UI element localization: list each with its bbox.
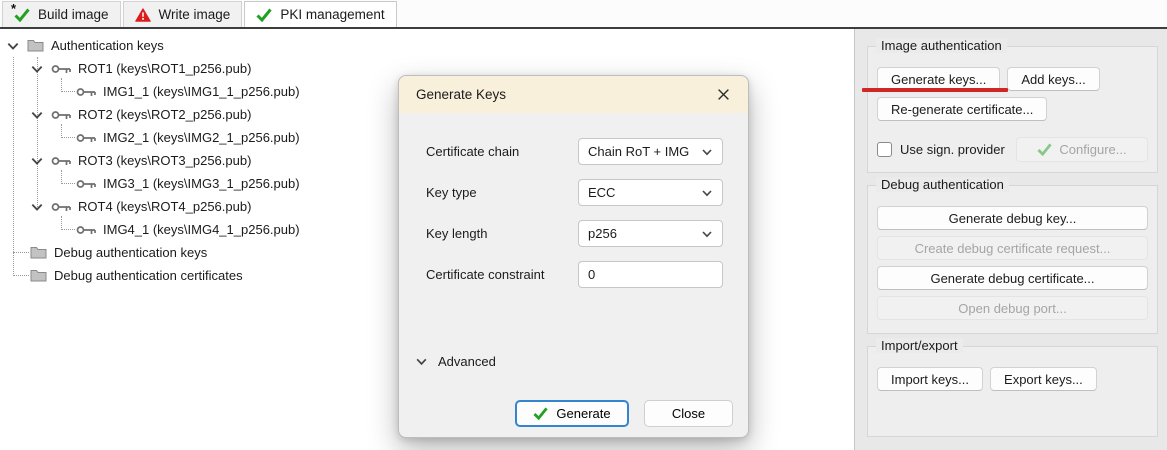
- tree-item-label: IMG4_1 (keys\IMG4_1_p256.pub): [103, 222, 300, 237]
- key-type-label: Key type: [426, 179, 477, 206]
- generate-debug-certificate-button[interactable]: Generate debug certificate...: [877, 266, 1148, 290]
- chevron-down-icon: [701, 187, 713, 199]
- tree-item-label: Authentication keys: [51, 38, 164, 53]
- tab-label: Write image: [159, 7, 231, 22]
- actions-panel: Image authentication Generate keys... Ad…: [855, 29, 1167, 450]
- folder-icon: [30, 246, 47, 259]
- tab-bar: * Build image Write image PKI management: [0, 0, 1167, 29]
- group-debug-authentication: Debug authentication Generate debug key.…: [867, 185, 1158, 334]
- tab-write-image[interactable]: Write image: [123, 1, 243, 27]
- group-title: Image authentication: [876, 38, 1007, 53]
- generate-debug-key-button[interactable]: Generate debug key...: [877, 206, 1148, 230]
- use-sign-provider-label: Use sign. provider: [900, 142, 1016, 157]
- annotation-red-underline: [862, 88, 1008, 92]
- key-icon: [51, 155, 71, 167]
- export-keys-button[interactable]: Export keys...: [990, 367, 1097, 391]
- chevron-down-icon[interactable]: [30, 200, 44, 214]
- generate-button[interactable]: Generate: [515, 400, 629, 427]
- close-button[interactable]: Close: [644, 400, 733, 427]
- tree-item-label: IMG3_1 (keys\IMG3_1_p256.pub): [103, 176, 300, 191]
- key-icon: [76, 178, 96, 190]
- tab-pki-management[interactable]: PKI management: [244, 1, 396, 27]
- use-sign-provider-checkbox[interactable]: [877, 142, 892, 157]
- application-window: * Build image Write image PKI management: [0, 0, 1167, 450]
- certificate-constraint-label: Certificate constraint: [426, 261, 545, 288]
- dialog-title: Generate Keys: [416, 87, 506, 102]
- key-length-label: Key length: [426, 220, 487, 247]
- add-keys-button[interactable]: Add keys...: [1007, 67, 1099, 91]
- key-type-select[interactable]: ECC: [578, 179, 723, 206]
- certificate-constraint-input[interactable]: [578, 261, 723, 288]
- advanced-label: Advanced: [438, 354, 496, 369]
- chevron-down-icon: [415, 355, 428, 368]
- check-icon: [1037, 143, 1052, 156]
- chevron-down-icon[interactable]: [30, 108, 44, 122]
- open-debug-port-button[interactable]: Open debug port...: [877, 296, 1148, 320]
- group-image-authentication: Image authentication Generate keys... Ad…: [867, 46, 1158, 173]
- check-icon: [256, 8, 272, 22]
- regenerate-certificate-button[interactable]: Re-generate certificate...: [877, 97, 1047, 121]
- certificate-chain-select[interactable]: Chain RoT + IMG: [578, 138, 723, 165]
- tree-item-label: Debug authentication keys: [54, 245, 207, 260]
- folder-icon: [27, 39, 44, 52]
- key-length-select[interactable]: p256: [578, 220, 723, 247]
- key-icon: [76, 224, 96, 236]
- key-icon: [51, 201, 71, 213]
- tree-item-label: Debug authentication certificates: [54, 268, 243, 283]
- chevron-down-icon: [701, 228, 713, 240]
- check-modified-icon: *: [14, 8, 30, 22]
- tab-build-image[interactable]: * Build image: [2, 1, 121, 27]
- chevron-down-icon[interactable]: [30, 154, 44, 168]
- key-icon: [51, 109, 71, 121]
- check-icon: [533, 407, 548, 420]
- tree-item-label: ROT2 (keys\ROT2_p256.pub): [78, 107, 251, 122]
- chevron-down-icon: [701, 146, 713, 158]
- tab-label: Build image: [38, 7, 109, 22]
- key-icon: [76, 86, 96, 98]
- modified-asterisk: *: [11, 1, 16, 16]
- tree-item-label: ROT1 (keys\ROT1_p256.pub): [78, 61, 251, 76]
- generate-keys-dialog: Generate Keys Certificate chain Chain Ro…: [398, 75, 749, 438]
- group-title: Import/export: [876, 338, 963, 353]
- group-import-export: Import/export Import keys... Export keys…: [867, 346, 1158, 437]
- tree-item-label: ROT3 (keys\ROT3_p256.pub): [78, 153, 251, 168]
- tree-item-label: IMG2_1 (keys\IMG2_1_p256.pub): [103, 130, 300, 145]
- chevron-down-icon[interactable]: [6, 39, 20, 53]
- advanced-expander[interactable]: Advanced: [415, 354, 496, 369]
- key-icon: [51, 63, 71, 75]
- configure-button[interactable]: Configure...: [1016, 137, 1148, 162]
- group-title: Debug authentication: [876, 177, 1009, 192]
- close-icon[interactable]: [713, 84, 734, 105]
- tab-label: PKI management: [280, 7, 384, 22]
- import-keys-button[interactable]: Import keys...: [877, 367, 983, 391]
- create-debug-certificate-request-button[interactable]: Create debug certificate request...: [877, 236, 1148, 260]
- chevron-down-icon[interactable]: [30, 62, 44, 76]
- folder-icon: [30, 269, 47, 282]
- tree-item-authentication-keys[interactable]: Authentication keys: [0, 34, 854, 57]
- tree-item-label: IMG1_1 (keys\IMG1_1_p256.pub): [103, 84, 300, 99]
- key-icon: [76, 132, 96, 144]
- warning-icon: [135, 8, 151, 22]
- dialog-titlebar: Generate Keys: [399, 76, 748, 113]
- certificate-chain-label: Certificate chain: [426, 138, 519, 165]
- tree-item-label: ROT4 (keys\ROT4_p256.pub): [78, 199, 251, 214]
